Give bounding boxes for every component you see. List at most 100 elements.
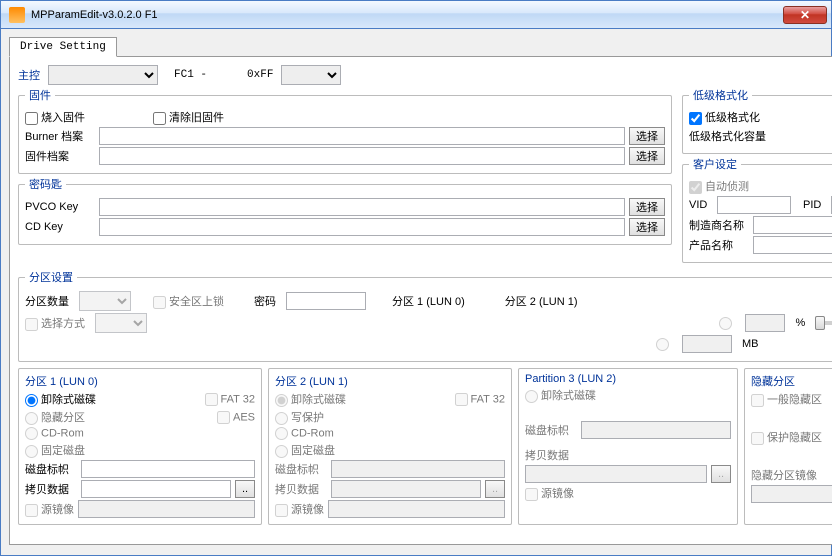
p1-copy-input[interactable] — [81, 480, 231, 498]
firmware-legend: 固件 — [25, 87, 55, 103]
cdkey-label: CD Key — [25, 221, 95, 233]
p1-pct-input — [745, 314, 785, 332]
cdkey-input[interactable] — [99, 218, 625, 236]
hex-select[interactable] — [281, 65, 341, 85]
ll-cap-label: 低级格式化容量 — [689, 128, 766, 144]
app-icon — [9, 7, 25, 23]
tab-body: 主控 FC1 - 0xFF 固件 烧入固件 清除旧固 — [9, 56, 832, 545]
p2-label: 分区 2 (LUN 1) — [505, 293, 578, 309]
qty-label: 分区数量 — [25, 293, 69, 309]
hp-protect-check — [751, 432, 764, 445]
product-input[interactable] — [753, 236, 832, 254]
p2-wp-radio — [275, 412, 288, 425]
p2-copy-input — [331, 480, 481, 498]
p1-cd-label: CD-Rom — [25, 427, 84, 440]
p2-src-input — [328, 500, 505, 518]
auto-detect-label: 自动侦测 — [689, 178, 749, 194]
tabstrip: Drive Setting — [9, 37, 832, 57]
safe-lock-label: 安全区上锁 — [153, 293, 224, 309]
partition-settings-group: 分区设置 分区数量 安全区上锁 密码 分区 1 (LUN 0) 分区 2 (LU… — [18, 269, 832, 362]
p1-disklabel-input[interactable] — [81, 460, 255, 478]
mb1-label: MB — [742, 338, 759, 350]
partset-legend: 分区设置 — [25, 269, 77, 285]
password-group: 密码匙 PVCO Key 选择 CD Key 选择 — [18, 176, 672, 245]
p1-fix-radio — [25, 445, 38, 458]
p1-disklabel-l: 磁盘标帜 — [25, 461, 77, 477]
lowlevel-group: 低级格式化 低级格式化 低级格式化容量 MB — [682, 87, 832, 154]
hp-normal-label: 一般隐藏区 — [751, 391, 822, 407]
pid-label: PID — [803, 199, 827, 211]
pct-radio — [719, 317, 732, 330]
pvco-label: PVCO Key — [25, 201, 95, 213]
slider-thumb-icon[interactable] — [815, 316, 825, 330]
pvco-browse-button[interactable]: 选择 — [629, 198, 665, 216]
p1-removable-radio[interactable] — [25, 394, 38, 407]
mode-select[interactable] — [95, 313, 147, 333]
size-slider[interactable] — [815, 321, 832, 325]
p1-removable-label[interactable]: 卸除式磁碟 — [25, 391, 96, 407]
cdkey-browse-button[interactable]: 选择 — [629, 218, 665, 236]
qty-select[interactable] — [79, 291, 131, 311]
burn-checkbox-label[interactable]: 烧入固件 — [25, 109, 85, 125]
archive-input[interactable] — [99, 147, 625, 165]
p2-src-label: 源镜像 — [275, 501, 324, 517]
hp-normal-check — [751, 394, 764, 407]
partition3-group: Partition 3 (LUN 2) 卸除式磁碟 磁盘标帜 拷贝数据 .. 源… — [518, 368, 738, 525]
p2-removable-label: 卸除式磁碟 — [275, 391, 346, 407]
lowlevel-check[interactable] — [689, 112, 702, 125]
controller-select[interactable] — [48, 65, 158, 85]
fc-label: FC1 - — [174, 69, 207, 81]
p2-cd-label: CD-Rom — [275, 427, 334, 440]
p1-header: 分区 1 (LUN 0) — [25, 373, 255, 389]
p2-cd-radio — [275, 427, 288, 440]
product-label: 产品名称 — [689, 237, 749, 253]
p1-fat-check — [205, 393, 218, 406]
p1-aes-label: AES — [217, 411, 255, 424]
p2-removable-radio — [275, 394, 288, 407]
p2-fat-check — [455, 393, 468, 406]
p1-fat-label: FAT 32 — [205, 393, 255, 406]
partition2-group: 分区 2 (LUN 1) 卸除式磁碟FAT 32 写保护 CD-Rom 固定磁盘… — [268, 368, 512, 525]
p1-cd-radio — [25, 427, 38, 440]
hp-img-input — [751, 485, 832, 503]
hp-header: 隐藏分区 — [751, 373, 832, 389]
firmware-group: 固件 烧入固件 清除旧固件 Burner 档案 选择 — [18, 87, 672, 174]
tab-drive-setting[interactable]: Drive Setting — [9, 37, 117, 57]
p1-copy-browse-button[interactable]: .. — [235, 480, 255, 498]
lowlevel-check-label[interactable]: 低级格式化 — [689, 109, 760, 125]
p2-copy-l: 拷贝数据 — [275, 481, 327, 497]
p2-fix-label: 固定磁盘 — [275, 442, 335, 458]
p1-hide-radio — [25, 412, 38, 425]
close-button[interactable]: ✕ — [783, 6, 827, 24]
mode-label: 选择方式 — [25, 315, 85, 331]
lowlevel-legend: 低级格式化 — [689, 87, 752, 103]
p3-removable-radio — [525, 390, 538, 403]
p2-disklabel-l: 磁盘标帜 — [275, 461, 327, 477]
clear-checkbox-label[interactable]: 清除旧固件 — [153, 109, 224, 125]
burn-checkbox[interactable] — [25, 112, 38, 125]
partition1-group: 分区 1 (LUN 0) 卸除式磁碟FAT 32 隐藏分区AES CD-Rom … — [18, 368, 262, 525]
app-window: MPParamEdit-v3.0.2.0 F1 ✕ Drive Setting … — [0, 0, 832, 556]
p1-fix-label: 固定磁盘 — [25, 442, 85, 458]
main-controller-label: 主控 — [18, 67, 40, 83]
p3-disklabel-l: 磁盘标帜 — [525, 422, 577, 438]
vid-input[interactable] — [717, 196, 791, 214]
pwd-input[interactable] — [286, 292, 366, 310]
p2-disklabel-input — [331, 460, 505, 478]
p2-src-check — [275, 504, 288, 517]
p3-removable-label: 卸除式磁碟 — [525, 387, 596, 403]
mb-radio — [656, 338, 669, 351]
vendor-label: 制造商名称 — [689, 217, 749, 233]
p1-mb-input — [682, 335, 732, 353]
burner-input[interactable] — [99, 127, 625, 145]
clear-checkbox[interactable] — [153, 112, 166, 125]
p3-copy-browse-button: .. — [711, 465, 731, 483]
p1-src-label: 源镜像 — [25, 501, 74, 517]
pvco-input[interactable] — [99, 198, 625, 216]
hp-protect-label: 保护隐藏区 — [751, 429, 822, 445]
archive-browse-button[interactable]: 选择 — [629, 147, 665, 165]
p2-fix-radio — [275, 445, 288, 458]
vendor-input[interactable] — [753, 216, 832, 234]
pct1-label: % — [795, 317, 805, 329]
burner-browse-button[interactable]: 选择 — [629, 127, 665, 145]
